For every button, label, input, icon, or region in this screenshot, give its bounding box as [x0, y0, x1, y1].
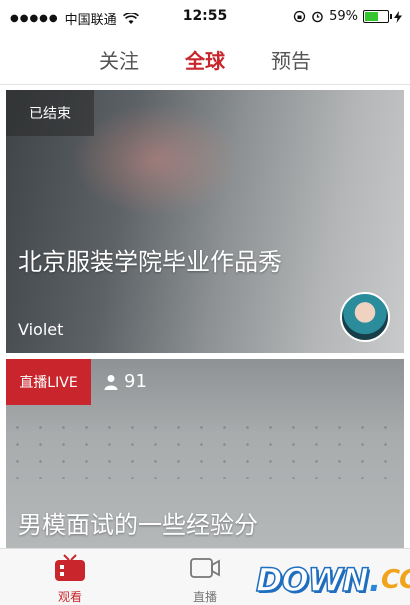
status-badge-ended: 已结束: [6, 90, 94, 136]
card-author: Violet: [18, 320, 64, 339]
battery-level: [365, 12, 378, 21]
tab-following[interactable]: 关注: [99, 45, 139, 74]
viewer-count-value: 91: [124, 371, 147, 392]
status-bar-right: 59%: [293, 9, 402, 24]
card-title: 北京服装学院毕业作品秀: [18, 248, 282, 276]
tab-global[interactable]: 全球: [185, 45, 225, 74]
tab-preview[interactable]: 预告: [271, 45, 311, 74]
bottom-tab-live[interactable]: 直播: [165, 553, 245, 605]
rotation-lock-icon: [293, 10, 306, 23]
battery-icon: [363, 10, 392, 23]
bottom-tab-label: 观看: [57, 590, 82, 604]
feed-card-ended[interactable]: 已结束 北京服装学院毕业作品秀 Violet: [6, 90, 404, 353]
site-watermark-logo: DOWN.CC: [255, 560, 410, 600]
person-icon: [104, 374, 118, 390]
avatar[interactable]: [340, 292, 390, 342]
status-bar: ●●●●● 中国联通 12:55 59%: [0, 0, 410, 34]
bottom-tab-label: 直播: [192, 590, 217, 604]
battery-percent: 59%: [329, 9, 358, 24]
viewer-count: 91: [104, 371, 147, 392]
video-camera-icon: [190, 558, 220, 578]
feed-card-live[interactable]: 直播LIVE 91 男模面试的一些经验分: [6, 359, 404, 549]
charging-icon: [394, 10, 402, 23]
background-texture: [6, 419, 404, 479]
alarm-icon: [312, 11, 323, 23]
top-tab-bar: 关注 全球 预告: [0, 34, 410, 85]
tv-icon: [55, 554, 85, 581]
card-title: 男模面试的一些经验分: [18, 511, 258, 539]
status-badge-live: 直播LIVE: [6, 359, 91, 405]
bottom-tab-watch[interactable]: 观看: [30, 553, 110, 605]
